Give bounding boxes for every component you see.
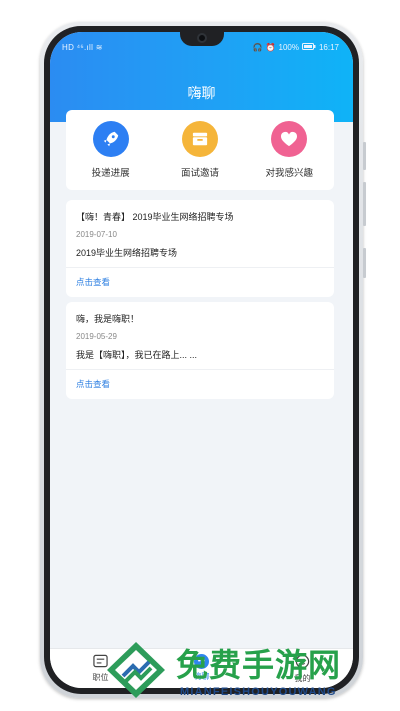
power-button [363, 248, 366, 278]
heart-icon [271, 121, 308, 157]
clock-time: 16:17 [318, 42, 339, 52]
view-details-link[interactable]: 点击查看 [66, 370, 334, 399]
battery-percent: 100% [278, 42, 299, 52]
battery-icon [301, 42, 316, 52]
watermark-logo [107, 642, 165, 698]
app-screen: HD ⁴⁶.ıll ≋ 🎧 ⏰ 100% 16:17 嗨聊 投递进展 面试邀请 … [50, 32, 353, 688]
folder-icon [181, 121, 218, 157]
phone-bezel: HD ⁴⁶.ıll ≋ 🎧 ⏰ 100% 16:17 嗨聊 投递进展 面试邀请 … [44, 26, 359, 694]
screen-notch [179, 32, 224, 46]
signal-text: HD ⁴⁶.ıll ≋ [62, 42, 103, 52]
volume-button [363, 182, 366, 226]
watermark-text: 免费手游网 [176, 647, 342, 683]
message-body: 2019毕业生网络招聘专场 [76, 248, 178, 258]
message-date: 2019-07-10 [76, 230, 117, 239]
watermark-pinyin: MIANFEISHOUYOUWANG [180, 686, 337, 698]
message-date: 2019-05-29 [76, 332, 117, 341]
alarm-icon: ⏰ [265, 42, 276, 52]
signal-indicators: HD ⁴⁶.ıll ≋ [62, 43, 103, 52]
app-header: HD ⁴⁶.ıll ≋ 🎧 ⏰ 100% 16:17 嗨聊 [50, 32, 353, 122]
quick-action-label: 面试邀请 [180, 168, 219, 179]
quick-actions-card: 投递进展 面试邀请 对我感兴趣 [66, 110, 334, 190]
message-card: 嗨，我是嗨职！ 2019-05-29 我是【嗨职】，我已在路上... ... 点… [66, 302, 334, 399]
quick-action-delivery-progress[interactable]: 投递进展 [71, 121, 151, 179]
quick-action-label: 投递进展 [91, 168, 130, 179]
view-details-link[interactable]: 点击查看 [66, 268, 334, 297]
volume-button [363, 142, 366, 170]
message-card: 【嗨！青春】 2019毕业生网络招聘专场 2019-07-10 2019毕业生网… [66, 200, 334, 297]
message-body: 我是【嗨职】，我已在路上... ... [76, 350, 198, 360]
message-title: 嗨，我是嗨职！ [76, 314, 140, 324]
headphone-icon: 🎧 [252, 42, 263, 52]
rocket-icon [92, 121, 129, 157]
quick-action-interested-in-me[interactable]: 对我感兴趣 [249, 121, 329, 179]
quick-action-interview-invites[interactable]: 面试邀请 [160, 121, 240, 179]
page-title: 嗨聊 [187, 85, 216, 101]
status-right: 🎧 ⏰ 100% 16:17 [252, 42, 339, 52]
phone-frame: HD ⁴⁶.ıll ≋ 🎧 ⏰ 100% 16:17 嗨聊 投递进展 面试邀请 … [40, 22, 366, 698]
quick-action-label: 对我感兴趣 [265, 168, 314, 179]
message-title: 【嗨！青春】 2019毕业生网络招聘专场 [76, 212, 234, 222]
front-camera [196, 33, 207, 43]
